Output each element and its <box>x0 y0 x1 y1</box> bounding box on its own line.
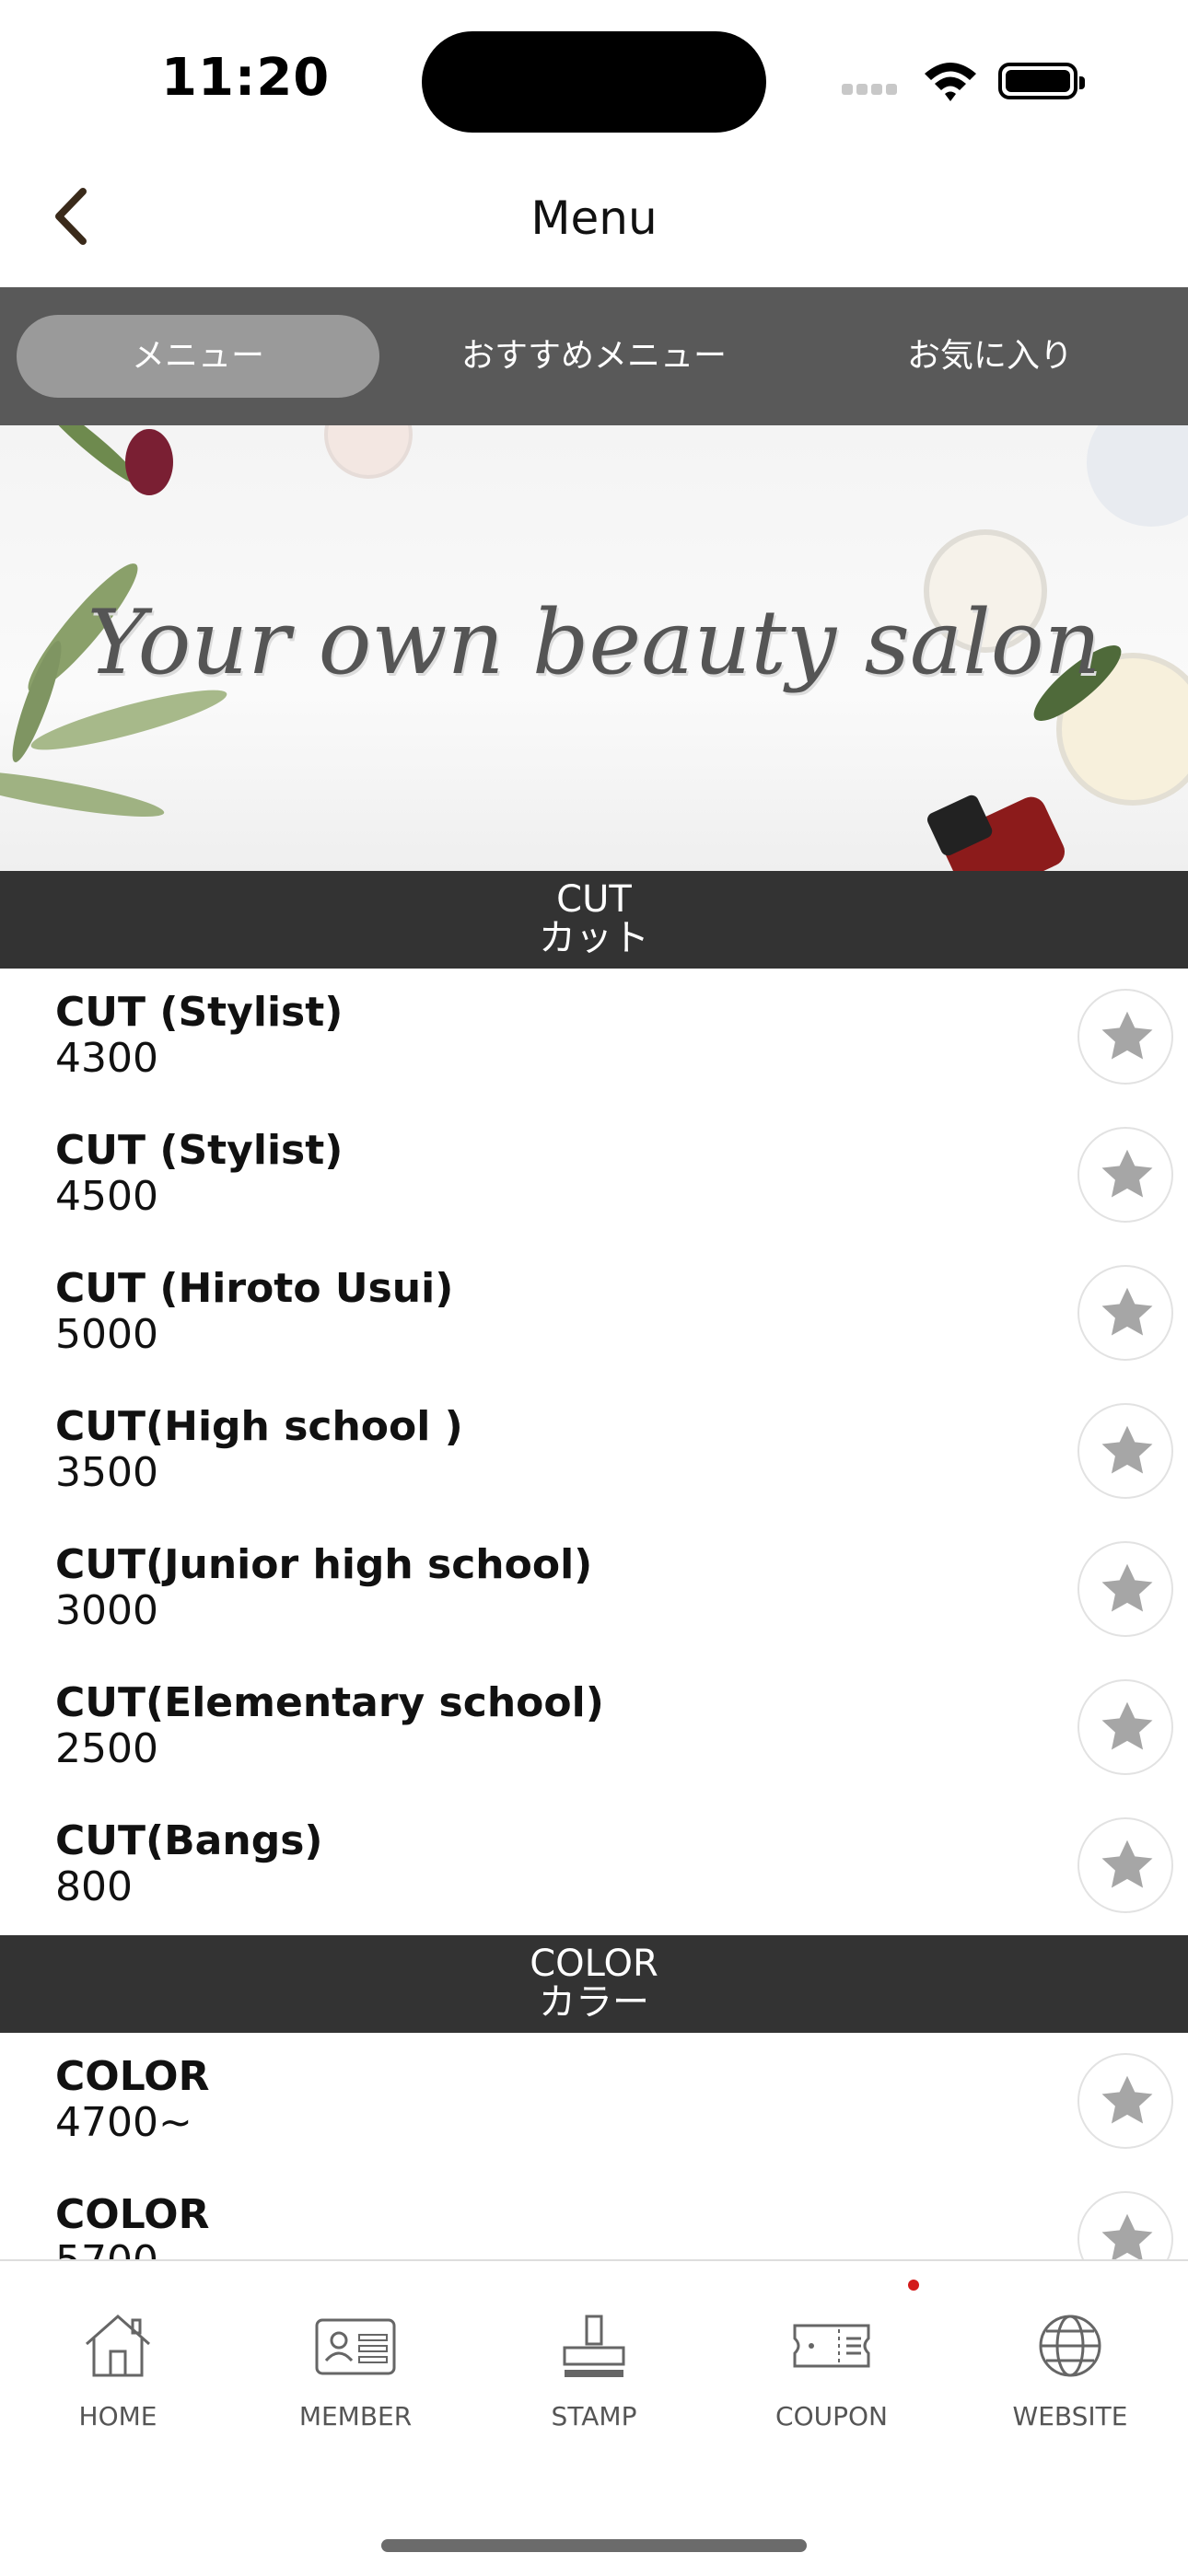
star-icon <box>1101 1149 1153 1198</box>
star-icon <box>1101 2075 1153 2124</box>
tab-menu[interactable]: メニュー <box>17 315 379 398</box>
favorite-button[interactable] <box>1077 1265 1173 1361</box>
favorite-button[interactable] <box>1077 1403 1173 1499</box>
item-price: 4700~ <box>55 2099 192 2146</box>
section-header-cut: CUT カット <box>0 871 1188 969</box>
item-price: 3500 <box>55 1449 158 1496</box>
member-card-icon <box>315 2318 396 2375</box>
tabbar-label: STAMP <box>551 2401 637 2431</box>
star-icon <box>1101 1011 1153 1060</box>
item-name: COLOR <box>55 2053 210 2100</box>
list-item[interactable]: CUT (Stylist) 4500 <box>0 1107 1188 1245</box>
list-item[interactable]: CUT(Bangs) 800 <box>0 1797 1188 1935</box>
page-title: Menu <box>530 191 658 245</box>
status-bar: 11:20 <box>0 0 1188 147</box>
stamp-icon <box>563 2315 625 2377</box>
item-name: COLOR <box>55 2191 210 2238</box>
list-item[interactable]: COLOR 4700~ <box>0 2033 1188 2171</box>
star-icon <box>1101 1425 1153 1474</box>
tabbar-label: WEBSITE <box>1012 2401 1128 2431</box>
favorite-button[interactable] <box>1077 1127 1173 1223</box>
hero-banner: Your own beauty salon <box>0 425 1188 871</box>
tabbar-label: MEMBER <box>298 2401 413 2431</box>
list-item[interactable]: CUT(High school ) 3500 <box>0 1383 1188 1521</box>
section-title-en: CUT <box>556 878 632 921</box>
tabbar-label: HOME <box>78 2401 157 2431</box>
list-item[interactable]: CUT (Hiroto Usui) 5000 <box>0 1245 1188 1383</box>
item-price: 4500 <box>55 1173 158 1220</box>
item-name: CUT (Hiroto Usui) <box>55 1265 454 1312</box>
item-name: CUT (Stylist) <box>55 1127 344 1174</box>
tabbar-coupon[interactable]: COUPON <box>740 2307 924 2431</box>
dynamic-island <box>422 31 766 133</box>
nav-header: Menu <box>0 147 1188 288</box>
item-name: CUT(High school ) <box>55 1403 463 1450</box>
item-price: 2500 <box>55 1725 158 1772</box>
tab-recommended[interactable]: おすすめメニュー <box>413 315 775 398</box>
favorite-button[interactable] <box>1077 1541 1173 1637</box>
wifi-icon <box>925 63 976 101</box>
item-name: CUT(Junior high school) <box>55 1541 593 1588</box>
item-price: 5000 <box>55 1311 158 1358</box>
list-item[interactable]: CUT(Junior high school) 3000 <box>0 1521 1188 1659</box>
cellular-signal-icon <box>842 81 904 95</box>
tabbar-stamp[interactable]: STAMP <box>502 2307 686 2431</box>
star-icon <box>1101 1287 1153 1336</box>
star-icon <box>1101 1701 1153 1750</box>
favorite-button[interactable] <box>1077 2191 1173 2259</box>
favorite-button[interactable] <box>1077 1679 1173 1775</box>
section-header-color: COLOR カラー <box>0 1935 1188 2033</box>
item-name: CUT(Bangs) <box>55 1817 323 1864</box>
home-icon <box>86 2314 150 2377</box>
favorite-button[interactable] <box>1077 1817 1173 1913</box>
battery-icon <box>998 63 1085 99</box>
section-title-ja: カラー <box>539 1981 649 2024</box>
list-item[interactable]: CUT (Stylist) 4300 <box>0 969 1188 1107</box>
item-price: 4300 <box>55 1035 158 1082</box>
tabbar-home[interactable]: HOME <box>26 2307 210 2431</box>
coupon-notification-badge <box>908 2280 919 2291</box>
item-price: 5700 <box>55 2237 158 2259</box>
star-icon <box>1101 2213 1153 2259</box>
tabbar-label: COUPON <box>775 2401 888 2431</box>
list-item[interactable]: CUT(Elementary school) 2500 <box>0 1659 1188 1797</box>
home-indicator[interactable] <box>381 2539 807 2552</box>
star-icon <box>1101 1839 1153 1888</box>
item-name: CUT (Stylist) <box>55 989 344 1036</box>
tabbar-member[interactable]: MEMBER <box>263 2307 448 2431</box>
favorite-button[interactable] <box>1077 2053 1173 2149</box>
list-item[interactable]: COLOR 5700 <box>0 2171 1188 2259</box>
bottom-tab-bar: HOME MEMBER STAMP COUPON WEBSITE <box>0 2259 1188 2576</box>
item-price: 3000 <box>55 1587 158 1634</box>
globe-icon <box>1039 2315 1101 2377</box>
tabbar-website[interactable]: WEBSITE <box>978 2307 1162 2431</box>
banner-title: Your own beauty salon <box>87 591 1101 694</box>
menu-tabs: メニュー おすすめメニュー お気に入り <box>0 287 1188 425</box>
item-price: 800 <box>55 1863 133 1910</box>
star-icon <box>1101 1563 1153 1612</box>
item-name: CUT(Elementary school) <box>55 1679 604 1726</box>
section-title-en: COLOR <box>530 1943 658 1985</box>
status-time: 11:20 <box>161 48 331 108</box>
favorite-button[interactable] <box>1077 989 1173 1085</box>
tab-favorites[interactable]: お気に入り <box>809 315 1171 398</box>
coupon-icon <box>793 2324 870 2368</box>
section-title-ja: カット <box>539 917 649 959</box>
